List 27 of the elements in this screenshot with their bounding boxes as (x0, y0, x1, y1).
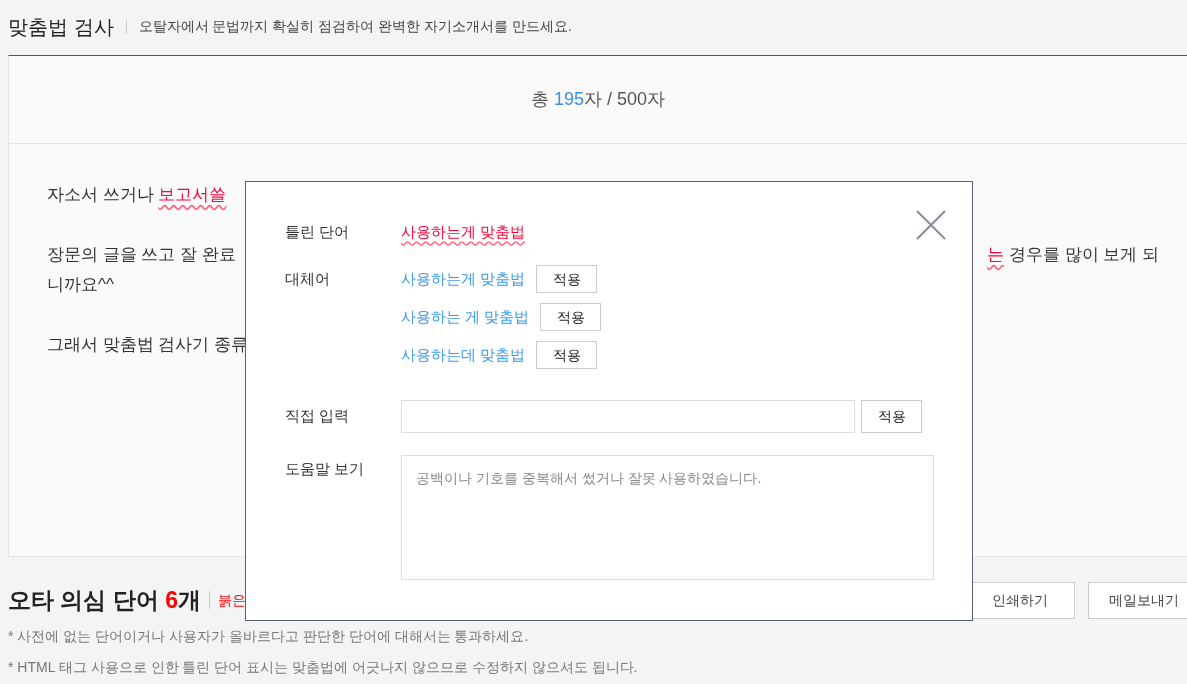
note-text: * 사전에 없는 단어이거나 사용자가 올바르다고 판단한 단어에 대해서는 통과하세요. (8, 627, 530, 646)
input-field[interactable] (401, 400, 855, 433)
apply-button[interactable]: 적용 (540, 303, 602, 331)
help-text-box: 공백이나 기호를 중복해서 썼거나 잘못 사용하였습니다. (401, 455, 934, 580)
close-icon[interactable] (915, 209, 947, 241)
field-label: 틀린 단어 (285, 221, 351, 242)
field-label: 대체어 (285, 269, 331, 289)
body-text: 그래서 맞춤법 검사기 종류 (47, 335, 249, 354)
typo-hint: 붉은 (217, 590, 246, 610)
misspelled-word[interactable]: 보고서쓸 (158, 185, 227, 204)
field-label: 도움말 보기 (285, 459, 366, 479)
page-subtitle: 오탈자에서 문법까지 확실히 점검하여 완벽한 자기소개서를 만드세요. (138, 17, 572, 36)
misspelled-word[interactable]: 는 (987, 245, 1005, 264)
misspelled-word: 사용하는게 맞춤법 (401, 221, 526, 242)
apply-button[interactable]: 적용 (536, 341, 598, 369)
body-text: 장문의 글을 쓰고 잘 완료 (47, 245, 236, 264)
apply-button[interactable]: 적용 (861, 400, 922, 433)
body-text: 자소서 쓰거나 (47, 185, 155, 204)
field-label: 직접 입력 (285, 406, 351, 427)
body-text: 니까요^^ (47, 275, 114, 294)
note-text: * HTML 태그 사용으로 인한 틀린 단어 표시는 맞춤법에 어긋나지 않으므로 수정하지 않으셔도 됩니다. (8, 658, 639, 677)
typo-count-heading: 오타 의심 단어 6개 (8, 585, 201, 615)
apply-button[interactable]: 적용 (536, 265, 598, 293)
character-counter: 총 195자 / 500자 (530, 88, 666, 111)
body-text: 경우를 많이 보게 되 (1007, 245, 1159, 264)
email-button[interactable]: 메일보내기 (1088, 581, 1187, 619)
page-title: 맞춤법 검사 (8, 14, 114, 40)
